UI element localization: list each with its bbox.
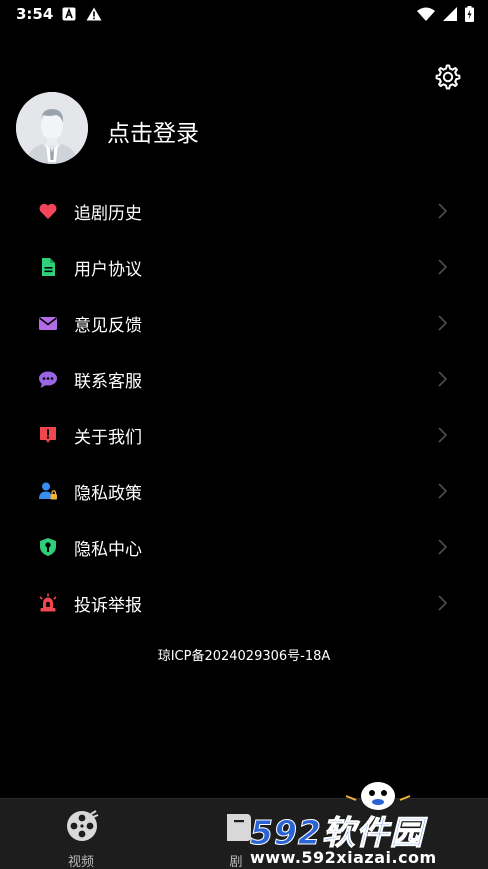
- menu-item-label: 意见反馈: [74, 316, 142, 336]
- alarm-light-icon: [39, 593, 57, 612]
- menu-item-customer-service[interactable]: 联系客服: [0, 351, 488, 407]
- menu-item-label: 隐私中心: [74, 540, 142, 560]
- keyboard-a-icon: [62, 7, 76, 21]
- alert-icon: [40, 427, 56, 443]
- tab-video[interactable]: 视频: [41, 805, 121, 869]
- settings-button[interactable]: [432, 62, 462, 92]
- default-avatar-icon: [16, 92, 88, 164]
- user-lock-icon: [39, 482, 57, 500]
- chevron-right-icon: [438, 259, 448, 275]
- chevron-right-icon: [438, 427, 448, 443]
- document-icon: [42, 258, 55, 276]
- menu-list: 追剧历史 用户协议 意见反馈 联系客服 关于我们 隐私政策 隐私中心 投诉举报: [0, 183, 488, 631]
- shield-key-icon: [40, 538, 56, 556]
- tab-label: 视频: [67, 855, 94, 869]
- menu-item-label: 联系客服: [74, 372, 142, 392]
- watermark-brand: 592软件园: [250, 813, 424, 853]
- battery-charging-icon: [465, 6, 474, 22]
- heart-icon: [39, 203, 57, 219]
- menu-item-privacy-center[interactable]: 隐私中心: [0, 519, 488, 575]
- watermark-logo: 592软件园 www.592xiazai.com: [236, 770, 488, 869]
- menu-item-watch-history[interactable]: 追剧历史: [0, 183, 488, 239]
- chevron-right-icon: [438, 203, 448, 219]
- login-profile[interactable]: 点击登录: [16, 92, 316, 166]
- menu-item-about-us[interactable]: 关于我们: [0, 407, 488, 463]
- menu-item-user-agreement[interactable]: 用户协议: [0, 239, 488, 295]
- menu-item-feedback[interactable]: 意见反馈: [0, 295, 488, 351]
- watermark-url: www.592xiazai.com: [250, 848, 437, 867]
- menu-item-label: 投诉举报: [74, 596, 142, 616]
- chevron-right-icon: [438, 315, 448, 331]
- menu-item-label: 关于我们: [74, 428, 142, 448]
- chat-bubble-icon: [39, 371, 57, 388]
- wifi-icon: [417, 7, 435, 21]
- cell-signal-icon: [443, 7, 457, 21]
- icp-license-text: 琼ICP备2024029306号-18A: [157, 649, 331, 664]
- menu-item-label: 隐私政策: [74, 484, 142, 504]
- menu-item-label: 用户协议: [74, 260, 142, 280]
- menu-item-complaint-report[interactable]: 投诉举报: [0, 575, 488, 631]
- login-label[interactable]: 点击登录: [107, 114, 199, 148]
- film-reel-icon: [67, 810, 99, 841]
- mail-icon: [39, 317, 57, 330]
- status-bar: 3:54: [0, 0, 488, 30]
- mascot-icon: [345, 782, 411, 810]
- gear-icon: [435, 64, 461, 90]
- chevron-right-icon: [438, 539, 448, 555]
- menu-item-privacy-policy[interactable]: 隐私政策: [0, 463, 488, 519]
- warning-icon: [86, 7, 102, 21]
- chevron-right-icon: [438, 371, 448, 387]
- avatar[interactable]: [16, 92, 88, 164]
- chevron-right-icon: [438, 595, 448, 611]
- chevron-right-icon: [438, 483, 448, 499]
- menu-item-label: 追剧历史: [74, 204, 142, 224]
- status-time: 3:54: [16, 5, 54, 23]
